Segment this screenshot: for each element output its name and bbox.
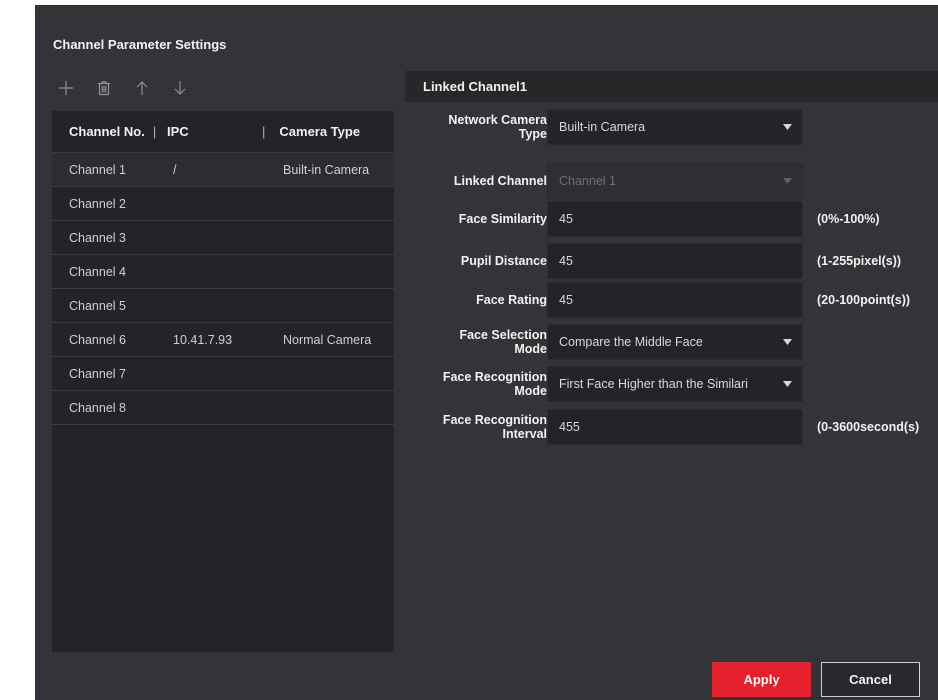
input-value: 45 bbox=[559, 293, 573, 307]
cell-channel: Channel 2 bbox=[69, 196, 126, 211]
face-selection-mode-label: Face Selection Mode bbox=[405, 324, 547, 360]
cell-channel: Channel 6 bbox=[69, 332, 126, 347]
face-recognition-interval-label: Face Recognition Interval bbox=[405, 409, 547, 445]
chevron-down-icon bbox=[772, 124, 802, 130]
cell-channel: Channel 3 bbox=[69, 230, 126, 245]
face-similarity-row: Face Similarity 45 (0%-100%) bbox=[405, 201, 938, 237]
cell-channel: Channel 1 bbox=[69, 162, 126, 177]
add-icon[interactable] bbox=[55, 77, 77, 99]
column-separator[interactable]: | bbox=[262, 124, 265, 139]
select-value: Built-in Camera bbox=[559, 120, 646, 134]
linked-channel-label: Linked Channel bbox=[453, 174, 547, 188]
table-body: Channel 1 / Built-in Camera Channel 2 Ch… bbox=[52, 153, 394, 425]
page-title: Channel Parameter Settings bbox=[53, 37, 227, 52]
linked-channel-header: Linked Channel1 bbox=[405, 71, 938, 102]
cell-ipc: / bbox=[173, 162, 177, 177]
pupil-distance-label: Pupil Distance bbox=[460, 254, 547, 268]
apply-button[interactable]: Apply bbox=[712, 662, 811, 697]
table-row-channel-8[interactable]: Channel 8 bbox=[52, 391, 394, 425]
face-recognition-mode-label: Face Recognition Mode bbox=[405, 366, 547, 402]
move-up-icon[interactable] bbox=[131, 77, 153, 99]
cell-channel: Channel 8 bbox=[69, 400, 126, 415]
chevron-down-icon bbox=[772, 381, 802, 387]
face-recognition-mode-row: Face Recognition Mode First Face Higher … bbox=[405, 366, 938, 402]
toolbar bbox=[55, 75, 191, 101]
cell-channel: Channel 5 bbox=[69, 298, 126, 313]
delete-icon[interactable] bbox=[93, 77, 115, 99]
cancel-button[interactable]: Cancel bbox=[821, 662, 920, 697]
face-recognition-interval-input[interactable]: 455 bbox=[547, 409, 803, 445]
cell-channel: Channel 7 bbox=[69, 366, 126, 381]
face-recognition-interval-range: (0-3600second(s) bbox=[817, 420, 920, 434]
label-line: Type bbox=[518, 127, 547, 141]
cell-channel: Channel 4 bbox=[69, 264, 126, 279]
linked-channel-row: Linked Channel Channel 1 bbox=[405, 163, 938, 199]
channel-parameter-panel: Channel Parameter Settings Channel No. |… bbox=[35, 5, 938, 700]
cell-camera-type: Built-in Camera bbox=[283, 162, 370, 177]
input-value: 455 bbox=[559, 420, 580, 434]
label-line: Interval bbox=[502, 427, 547, 441]
face-rating-label: Face Rating bbox=[476, 293, 547, 307]
table-row-channel-5[interactable]: Channel 5 bbox=[52, 289, 394, 323]
face-selection-mode-row: Face Selection Mode Compare the Middle F… bbox=[405, 324, 938, 360]
column-header-ipc[interactable]: IPC bbox=[167, 124, 189, 139]
column-header-camera-type[interactable]: Camera Type bbox=[279, 124, 360, 139]
column-separator[interactable]: | bbox=[153, 124, 156, 139]
network-camera-type-row: Network Camera Type Built-in Camera bbox=[405, 109, 938, 145]
face-rating-input[interactable]: 45 bbox=[547, 282, 803, 318]
table-row-channel-6[interactable]: Channel 6 10.41.7.93 Normal Camera bbox=[52, 323, 394, 357]
channel-table: Channel No. | IPC | Camera Type Channel … bbox=[52, 111, 394, 652]
chevron-down-icon bbox=[772, 178, 802, 184]
face-similarity-input[interactable]: 45 bbox=[547, 201, 803, 237]
face-similarity-range: (0%-100%) bbox=[817, 212, 880, 226]
face-selection-mode-select[interactable]: Compare the Middle Face bbox=[547, 324, 803, 360]
table-row-channel-4[interactable]: Channel 4 bbox=[52, 255, 394, 289]
face-rating-row: Face Rating 45 (20-100point(s)) bbox=[405, 282, 938, 318]
pupil-distance-row: Pupil Distance 45 (1-255pixel(s)) bbox=[405, 243, 938, 279]
label-line: Mode bbox=[514, 342, 547, 356]
network-camera-type-label: Network Camera Type bbox=[405, 109, 547, 145]
linked-channel-select[interactable]: Channel 1 bbox=[547, 163, 803, 199]
network-camera-type-select[interactable]: Built-in Camera bbox=[547, 109, 803, 145]
table-row-channel-1[interactable]: Channel 1 / Built-in Camera bbox=[52, 153, 394, 187]
table-row-channel-2[interactable]: Channel 2 bbox=[52, 187, 394, 221]
input-value: 45 bbox=[559, 212, 573, 226]
label-line: Mode bbox=[514, 384, 547, 398]
pupil-distance-input[interactable]: 45 bbox=[547, 243, 803, 279]
label-line: Face Recognition bbox=[442, 370, 547, 384]
select-value: Channel 1 bbox=[559, 174, 616, 188]
cell-camera-type: Normal Camera bbox=[283, 332, 372, 347]
table-header: Channel No. | IPC | Camera Type bbox=[52, 111, 394, 153]
label-line: Network Camera bbox=[448, 113, 547, 127]
column-header-channel-no[interactable]: Channel No. bbox=[69, 124, 145, 139]
input-value: 45 bbox=[559, 254, 573, 268]
select-value: First Face Higher than the Similari bbox=[559, 377, 748, 391]
move-down-icon[interactable] bbox=[169, 77, 191, 99]
pupil-distance-range: (1-255pixel(s)) bbox=[817, 254, 902, 268]
select-value: Compare the Middle Face bbox=[559, 335, 703, 349]
chevron-down-icon bbox=[772, 339, 802, 345]
face-similarity-label: Face Similarity bbox=[458, 212, 547, 226]
table-row-channel-3[interactable]: Channel 3 bbox=[52, 221, 394, 255]
face-recognition-mode-select[interactable]: First Face Higher than the Similari bbox=[547, 366, 803, 402]
table-row-channel-7[interactable]: Channel 7 bbox=[52, 357, 394, 391]
face-recognition-interval-row: Face Recognition Interval 455 (0-3600sec… bbox=[405, 409, 938, 445]
label-line: Face Recognition bbox=[442, 413, 547, 427]
label-line: Face Selection bbox=[459, 328, 547, 342]
face-rating-range: (20-100point(s)) bbox=[817, 293, 911, 307]
cell-ipc: 10.41.7.93 bbox=[173, 332, 233, 347]
